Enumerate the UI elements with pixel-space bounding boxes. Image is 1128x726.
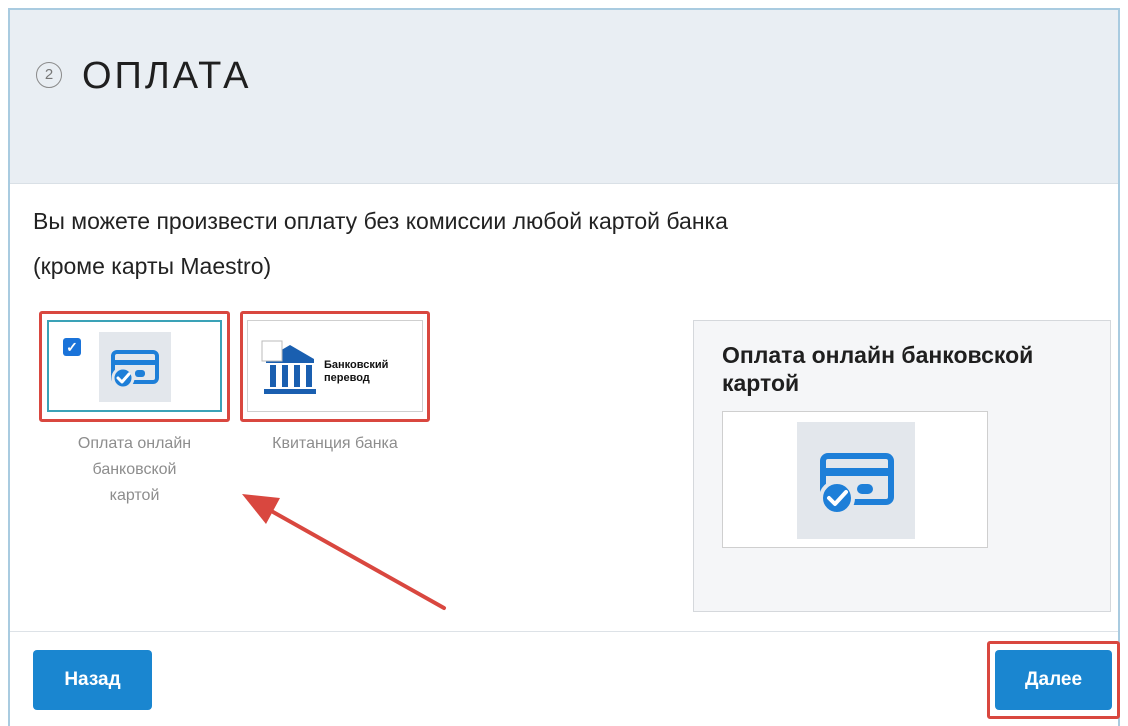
credit-card-icon bbox=[99, 332, 171, 402]
step-header: 2 ОПЛАТА bbox=[10, 10, 1118, 184]
summary-title: Оплата онлайн банковской картой bbox=[722, 342, 1034, 396]
bank-building-icon bbox=[260, 333, 320, 401]
bank-transfer-logo-text: Банковский перевод bbox=[324, 359, 389, 384]
payment-description-line1: Вы можете произвести оплату без комиссии… bbox=[33, 208, 728, 234]
step-number: 2 bbox=[36, 62, 62, 88]
footer-divider bbox=[10, 631, 1118, 632]
next-button[interactable]: Далее bbox=[995, 650, 1112, 710]
back-button[interactable]: Назад bbox=[33, 650, 152, 710]
selected-method-summary: Оплата онлайн банковской картой bbox=[693, 320, 1111, 612]
credit-card-icon bbox=[797, 422, 915, 539]
checkbox-checked-icon[interactable]: ✓ bbox=[63, 338, 81, 356]
summary-card-box bbox=[722, 411, 988, 548]
payment-description-line2: (кроме карты Maestro) bbox=[33, 253, 272, 279]
payment-option-bank[interactable]: Банковский перевод bbox=[247, 320, 423, 412]
payment-option-card-label: Оплата онлайн банковской картой bbox=[77, 435, 192, 504]
annotation-arrow bbox=[242, 494, 446, 610]
payment-option-bank-label: Квитанция банка bbox=[272, 435, 398, 452]
page-title: ОПЛАТА bbox=[82, 55, 252, 97]
payment-option-card[interactable]: ✓ bbox=[47, 320, 222, 412]
